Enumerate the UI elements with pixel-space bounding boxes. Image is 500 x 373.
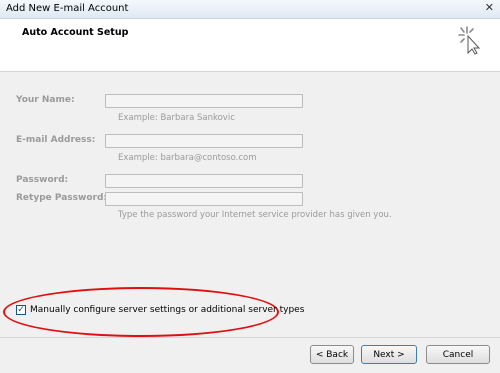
retype-password-hint: Type the password your Internet service … xyxy=(118,210,392,220)
email-hint: Example: barbara@contoso.com xyxy=(118,153,257,163)
manual-config-checkbox[interactable]: ✓ xyxy=(16,305,26,315)
cancel-button[interactable]: Cancel xyxy=(426,345,490,364)
wizard-header: Auto Account Setup xyxy=(0,19,500,72)
manual-config-label: Manually configure server settings or ad… xyxy=(30,305,305,315)
your-name-hint: Example: Barbara Sankovic xyxy=(118,113,235,123)
your-name-label: Your Name: xyxy=(16,95,75,105)
close-icon[interactable]: ✕ xyxy=(485,1,494,14)
next-button[interactable]: Next > xyxy=(361,345,417,364)
page-title: Auto Account Setup xyxy=(22,27,129,38)
footer-divider xyxy=(0,337,500,338)
sparkle-icon xyxy=(455,23,485,58)
email-input[interactable] xyxy=(105,134,303,148)
title-bar: Add New E-mail Account ✕ xyxy=(0,0,500,19)
retype-password-input[interactable] xyxy=(105,192,303,206)
email-label: E-mail Address: xyxy=(16,135,96,145)
your-name-input[interactable] xyxy=(105,94,303,108)
window-title: Add New E-mail Account xyxy=(6,3,129,14)
manual-config-option[interactable]: ✓ Manually configure server settings or … xyxy=(16,305,304,315)
retype-password-label: Retype Password: xyxy=(16,193,108,203)
password-label: Password: xyxy=(16,175,69,185)
back-button[interactable]: < Back xyxy=(310,345,354,364)
password-input[interactable] xyxy=(105,174,303,188)
